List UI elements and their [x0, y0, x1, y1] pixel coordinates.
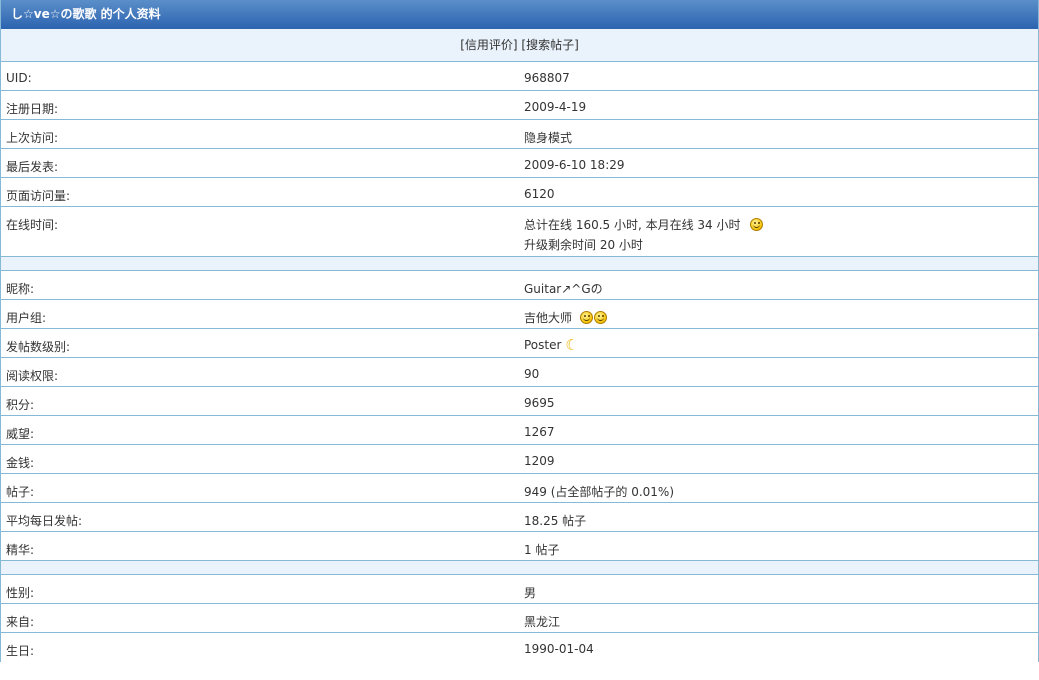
profile-row-digest: 精华: 1 帖子	[1, 532, 1038, 561]
profile-row-posts: 帖子: 949 (占全部帖子的 0.01%)	[1, 474, 1038, 503]
smile-icon	[593, 311, 607, 324]
row-label: 平均每日发帖:	[6, 514, 83, 528]
row-label: 发帖数级别:	[6, 340, 71, 354]
row-label: 精华:	[6, 543, 35, 557]
row-value: 18.25 帖子	[524, 514, 587, 528]
profile-row-last-visit: 上次访问: 隐身模式	[1, 120, 1038, 149]
row-label: 阅读权限:	[6, 369, 59, 383]
smile-icon	[750, 218, 764, 231]
moon-icon: ☾	[565, 336, 579, 354]
row-value: 9695	[524, 396, 555, 410]
search-posts-link[interactable]: 搜索帖子	[526, 38, 574, 52]
row-value: 1990-01-04	[524, 642, 594, 656]
row-value: 949 (占全部帖子的 0.01%)	[524, 485, 675, 499]
row-label: 注册日期:	[6, 102, 59, 116]
row-value: 男	[524, 586, 537, 600]
profile-row-usergroup: 用户组: 吉他大师	[1, 300, 1038, 329]
usergroup-name: 吉他大师	[524, 311, 573, 325]
row-label: 昵称:	[6, 282, 35, 296]
page-title: し☆ve☆の歌歌 的个人资料	[1, 0, 1038, 29]
profile-row-nickname: 昵称: Guitar↗^Gの	[1, 271, 1038, 300]
row-label: 在线时间:	[6, 218, 59, 232]
row-label: 金钱:	[6, 456, 35, 470]
row-label: 页面访问量:	[6, 189, 71, 203]
row-value: 总计在线 160.5 小时, 本月在线 34 小时 升级剩余时间 20 小时	[520, 207, 1038, 256]
row-label: 最后发表:	[6, 160, 59, 174]
profile-row-points: 积分: 9695	[1, 387, 1038, 416]
row-label: 威望:	[6, 427, 35, 441]
row-value: 1 帖子	[524, 543, 560, 557]
smile-icon	[579, 311, 593, 324]
profile-row-uid: UID: 968807	[1, 62, 1038, 91]
row-value: Poster ☾	[520, 329, 1038, 357]
row-label: 上次访问:	[6, 131, 59, 145]
upgrade-remaining-text: 升级剩余时间 20 小时	[524, 238, 643, 252]
row-label: 生日:	[6, 644, 35, 658]
row-value: 90	[524, 367, 540, 381]
row-value: 968807	[524, 71, 570, 85]
row-value: 2009-6-10 18:29	[524, 158, 625, 172]
row-label: 来自:	[6, 615, 35, 629]
row-label: 积分:	[6, 398, 35, 412]
row-value: 2009-4-19	[524, 100, 587, 114]
credit-rating-link[interactable]: 信用评价	[465, 38, 513, 52]
row-value: 隐身模式	[524, 131, 573, 145]
post-level-name: Poster	[524, 338, 562, 352]
row-label: 帖子:	[6, 485, 35, 499]
profile-row-birthday: 生日: 1990-01-04	[1, 633, 1038, 662]
section-divider	[1, 257, 1038, 271]
row-label: 性别:	[6, 586, 35, 600]
profile-row-money: 金钱: 1209	[1, 445, 1038, 474]
profile-row-online-time: 在线时间: 总计在线 160.5 小时, 本月在线 34 小时 升级剩余时间 2…	[1, 207, 1038, 257]
row-value: Guitar↗^Gの	[524, 282, 603, 296]
profile-panel: し☆ve☆の歌歌 的个人资料 [信用评价] [搜索帖子] UID: 968807…	[0, 0, 1039, 662]
row-label: UID:	[6, 71, 32, 85]
row-value: 1209	[524, 454, 555, 468]
profile-row-prestige: 威望: 1267	[1, 416, 1038, 445]
profile-row-gender: 性别: 男	[1, 575, 1038, 604]
profile-row-page-views: 页面访问量: 6120	[1, 178, 1038, 207]
row-label: 用户组:	[6, 311, 47, 325]
row-value: 黑龙江	[524, 615, 561, 629]
profile-row-last-post: 最后发表: 2009-6-10 18:29	[1, 149, 1038, 178]
row-value: 1267	[524, 425, 555, 439]
profile-row-register-date: 注册日期: 2009-4-19	[1, 91, 1038, 120]
row-value: 吉他大师	[520, 300, 1038, 328]
row-value: 6120	[524, 187, 555, 201]
profile-row-daily-posts: 平均每日发帖: 18.25 帖子	[1, 503, 1038, 532]
profile-row-post-level: 发帖数级别: Poster ☾	[1, 329, 1038, 358]
action-link-bar: [信用评价] [搜索帖子]	[1, 29, 1038, 62]
online-total-text: 总计在线 160.5 小时, 本月在线 34 小时	[524, 218, 741, 232]
profile-row-read-permission: 阅读权限: 90	[1, 358, 1038, 387]
section-divider	[1, 561, 1038, 575]
profile-row-location: 来自: 黑龙江	[1, 604, 1038, 633]
